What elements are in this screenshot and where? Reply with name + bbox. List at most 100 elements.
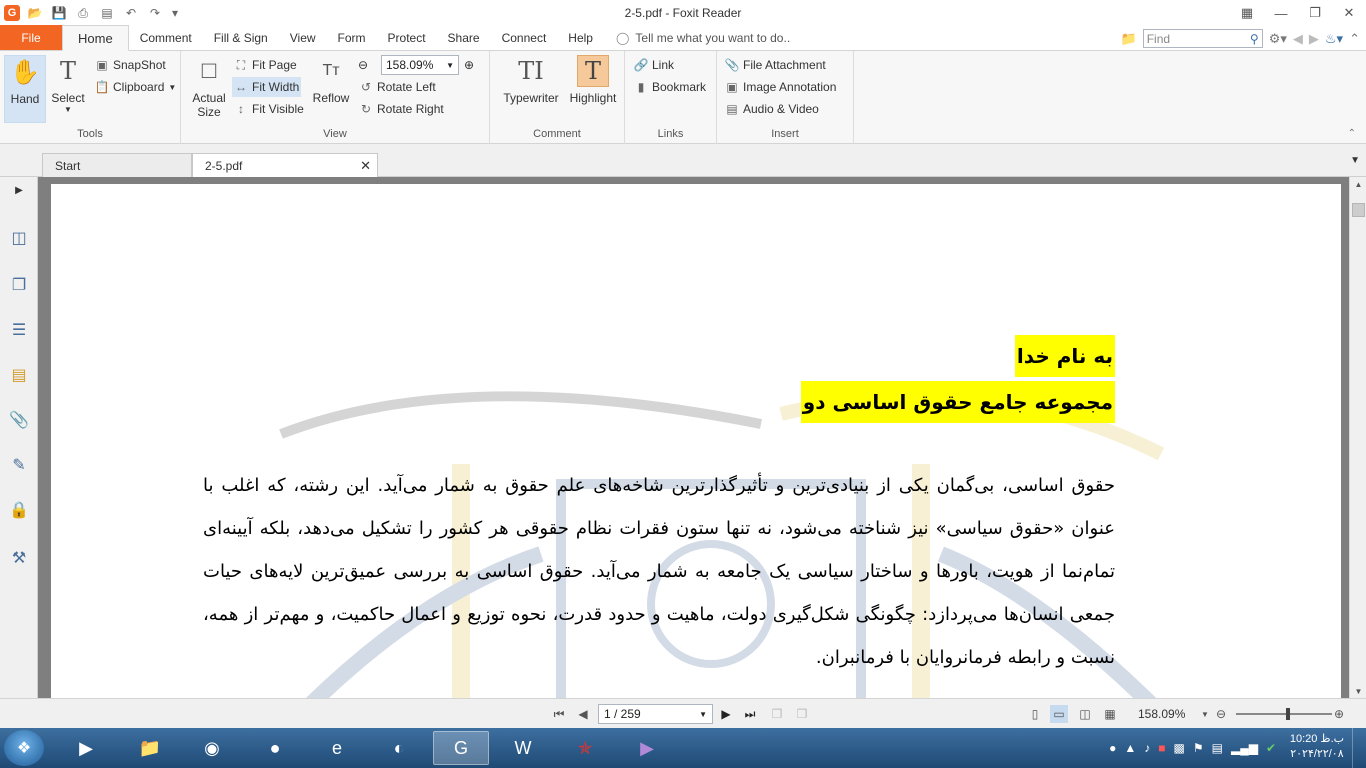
last-page-icon[interactable]: ⏭ xyxy=(741,705,759,723)
action-center-icon[interactable]: ⚑ xyxy=(1193,741,1204,755)
hand-button[interactable]: ✋ Hand xyxy=(4,55,46,123)
link-button[interactable]: 🔗 Link xyxy=(634,55,674,75)
tab-connect[interactable]: Connect xyxy=(491,25,558,50)
rotate-right-button[interactable]: ↻ Rotate Right xyxy=(359,99,444,119)
tabs-dropdown-icon[interactable]: ▼ xyxy=(1350,155,1360,166)
tell-me-box[interactable]: ◯ Tell me what you want to do.. xyxy=(604,25,790,50)
find-options-icon[interactable]: 📁 xyxy=(1121,31,1137,47)
redo-icon[interactable]: ↷ xyxy=(146,4,164,22)
tab-share[interactable]: Share xyxy=(437,25,491,50)
word-icon[interactable]: W xyxy=(495,731,551,765)
foxit-reader-icon[interactable]: G xyxy=(433,731,489,765)
snapshot-button[interactable]: ▣ SnapShot xyxy=(95,55,165,75)
save-icon[interactable]: 💾 xyxy=(50,4,68,22)
tab-file[interactable]: File xyxy=(0,25,62,50)
tab-protect[interactable]: Protect xyxy=(377,25,437,50)
volume-icon[interactable]: ♪ xyxy=(1144,741,1150,755)
select-dropdown-icon[interactable]: ▼ xyxy=(64,105,72,114)
close-button[interactable]: ✕ xyxy=(1332,0,1366,26)
scroll-thumb[interactable] xyxy=(1352,203,1365,217)
network-icon[interactable]: ▂▄▆ xyxy=(1231,741,1258,755)
fit-visible-button[interactable]: ↕ Fit Visible xyxy=(234,99,304,119)
collapse-ribbon-icon[interactable]: ⌃ xyxy=(1349,31,1360,47)
ribbon-display-options-icon[interactable]: ▦ xyxy=(1230,0,1264,26)
start-button[interactable]: ❖ xyxy=(4,730,44,766)
clipboard-button[interactable]: 📋 Clipboard ▼ xyxy=(95,77,177,97)
audio-video-button[interactable]: ▤ Audio & Video xyxy=(725,99,819,119)
next-view-icon[interactable]: ❐ xyxy=(793,705,811,723)
fit-width-button[interactable]: ↔ Fit Width xyxy=(232,77,302,97)
continuous-page-icon[interactable]: ▭ xyxy=(1050,705,1068,723)
tab-view[interactable]: View xyxy=(279,25,327,50)
app-tray-icon[interactable]: ■ xyxy=(1158,741,1165,755)
single-page-icon[interactable]: ▯ xyxy=(1026,705,1044,723)
tab-form[interactable]: Form xyxy=(327,25,377,50)
edge-icon[interactable]: ◐ xyxy=(371,731,427,765)
zoom-select[interactable]: 158.09% ▼ xyxy=(381,55,459,75)
status-zoom-out-icon[interactable]: ⊖ xyxy=(1212,705,1230,723)
properties-icon[interactable]: ▤ xyxy=(98,4,116,22)
maximize-button[interactable]: ❐ xyxy=(1298,0,1332,26)
previous-result-icon[interactable]: ◀ xyxy=(1293,31,1303,47)
firefox-icon[interactable]: ● xyxy=(247,731,303,765)
tab-comment[interactable]: Comment xyxy=(129,25,203,50)
zoom-slider-knob[interactable] xyxy=(1286,708,1290,720)
tab-help[interactable]: Help xyxy=(557,25,604,50)
customize-dropdown-icon[interactable]: ▾ xyxy=(170,4,180,22)
visual-studio-icon[interactable]: ▶ xyxy=(619,731,675,765)
bookmark-button[interactable]: ▮ Bookmark xyxy=(634,77,706,97)
fit-page-button[interactable]: ⛶ Fit Page xyxy=(234,55,297,75)
reflow-button[interactable]: Tт Reflow xyxy=(311,55,351,105)
print-icon[interactable]: ⎙ xyxy=(74,4,92,22)
clock[interactable]: ب.ظ 10:20 ۲۰۲۴/۲۲/۰۸ xyxy=(1290,732,1344,762)
actual-size-button[interactable]: □ Actual Size xyxy=(189,55,229,119)
media-player-icon[interactable]: ▶ xyxy=(58,731,114,765)
scroll-down-icon[interactable]: ▼ xyxy=(1350,684,1366,698)
tab-document[interactable]: 2-5.pdf ✕ xyxy=(192,153,378,177)
page-thumbnails-icon[interactable]: ◫ xyxy=(8,227,30,249)
app-icon[interactable]: ✯ xyxy=(557,731,613,765)
zoom-slider[interactable] xyxy=(1236,708,1332,720)
tab-home[interactable]: Home xyxy=(62,25,129,51)
notification-bell-icon[interactable]: ♨▾ xyxy=(1325,31,1343,47)
page-number-input[interactable]: 1 / 259 ▼ xyxy=(598,704,713,724)
facing-pages-icon[interactable]: ◫ xyxy=(1076,705,1094,723)
undo-icon[interactable]: ↶ xyxy=(122,4,140,22)
typewriter-button[interactable]: TI Typewriter xyxy=(500,55,562,105)
select-button[interactable]: T Select ▼ xyxy=(48,55,88,114)
open-icon[interactable]: 📂 xyxy=(26,4,44,22)
rotate-left-button[interactable]: ↺ Rotate Left xyxy=(359,77,436,97)
tab-fill-sign[interactable]: Fill & Sign xyxy=(203,25,279,50)
minimize-button[interactable]: — xyxy=(1264,0,1298,26)
monitor-icon[interactable]: ▩ xyxy=(1174,741,1185,755)
previous-page-icon[interactable]: ◀ xyxy=(574,705,592,723)
file-attachment-button[interactable]: 📎 File Attachment xyxy=(725,55,826,75)
expand-panel-icon[interactable]: ▶ xyxy=(8,179,30,201)
language-icon[interactable]: ● xyxy=(1109,741,1116,755)
highlight-button[interactable]: T Highlight xyxy=(567,55,619,105)
comments-icon[interactable]: ▤ xyxy=(8,364,30,386)
settings-icon[interactable]: ⚙▾ xyxy=(1269,31,1287,47)
document-view[interactable]: به نام خدا مجموعه جامع حقوق اساسی دو حقو… xyxy=(38,177,1349,698)
previous-view-icon[interactable]: ❐ xyxy=(768,705,786,723)
next-result-icon[interactable]: ▶ xyxy=(1309,31,1319,47)
next-page-icon[interactable]: ▶ xyxy=(717,705,735,723)
scroll-up-icon[interactable]: ▲ xyxy=(1350,177,1366,191)
close-tab-icon[interactable]: ✕ xyxy=(360,158,371,174)
security-tray-icon[interactable]: ✔ xyxy=(1266,741,1276,755)
zoom-in-icon[interactable]: ⊕ xyxy=(464,55,474,75)
show-desktop-button[interactable] xyxy=(1352,728,1366,768)
pages-icon[interactable]: ❐ xyxy=(8,274,30,296)
pdf-page[interactable]: به نام خدا مجموعه جامع حقوق اساسی دو حقو… xyxy=(51,184,1341,698)
status-zoom-in-icon[interactable]: ⊕ xyxy=(1330,705,1348,723)
internet-explorer-icon[interactable]: e xyxy=(309,731,365,765)
layers-icon[interactable]: ☰ xyxy=(8,319,30,341)
zoom-out-icon[interactable]: ⊖ xyxy=(358,55,368,75)
tab-start[interactable]: Start xyxy=(42,153,192,177)
security-lock-icon[interactable]: 🔒 xyxy=(8,499,30,521)
tray-expand-icon[interactable]: ▲ xyxy=(1124,741,1136,755)
search-icon[interactable]: ⚲ xyxy=(1250,32,1259,46)
image-annotation-button[interactable]: ▣ Image Annotation xyxy=(725,77,836,97)
find-input[interactable]: Find ⚲ xyxy=(1142,29,1263,48)
collapse-ribbon-arrow-icon[interactable]: ⌃ xyxy=(1348,128,1356,139)
